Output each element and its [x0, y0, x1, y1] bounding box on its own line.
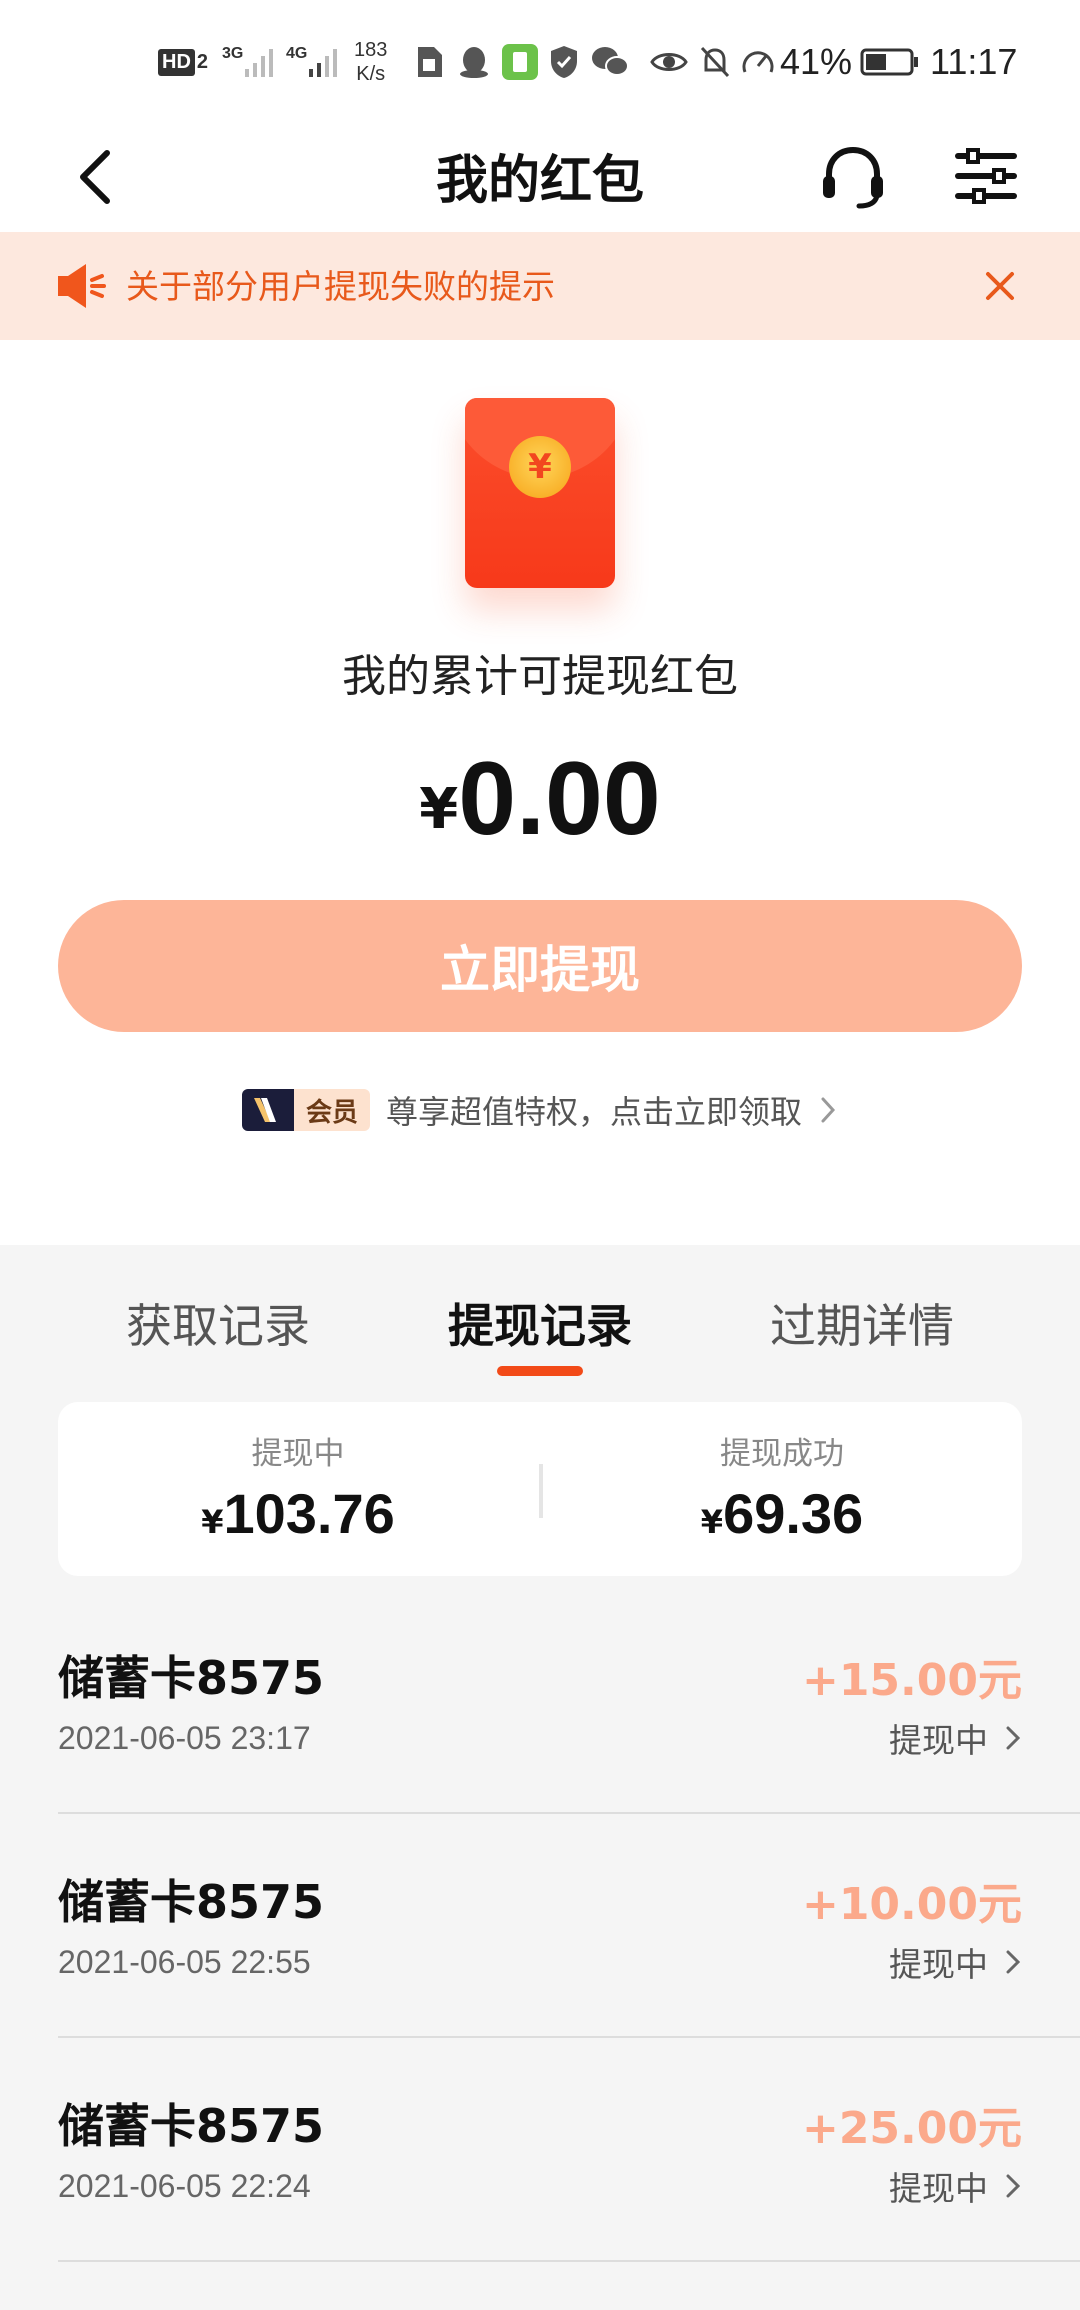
page-title: 我的红包 — [435, 151, 644, 211]
row-divider — [58, 2260, 1080, 2262]
qq-icon — [458, 32, 490, 92]
record-status[interactable]: 提现中 — [889, 2162, 1022, 2210]
record-status-label: 提现中 — [889, 2169, 988, 2208]
chevron-right-icon — [821, 1097, 836, 1123]
chevron-right-icon — [1006, 2174, 1021, 2198]
record-status[interactable]: 提现中 — [889, 1938, 1022, 1986]
coin-icon: ¥ — [509, 436, 571, 498]
wallet-card: ¥ 我的累计可提现红包 ¥0.00 立即提现 会员 尊享超值特权，点击立即领取 — [0, 340, 1080, 1245]
notice-bar[interactable]: 关于部分用户提现失败的提示 — [0, 232, 1080, 340]
tab-expired-details[interactable]: 过期详情 — [732, 1290, 992, 1356]
tab-withdraw-records[interactable]: 提现记录 — [410, 1290, 670, 1356]
customer-service-button[interactable] — [815, 138, 891, 214]
record-account: 储蓄卡8575 — [58, 1875, 325, 1929]
success-summary: 提现成功 ¥69.36 — [542, 1428, 1022, 1546]
withdraw-record-list: 储蓄卡8575 2021-06-05 23:17 +15.00元 提现中 储蓄卡… — [0, 1590, 1080, 2262]
record-amount: +10.00元 — [801, 1879, 1022, 1930]
page: HD 2 3G 4G 183 K/s 41% 11:17 我的红包 关于部分用户… — [0, 0, 1080, 2310]
red-envelope-icon: ¥ — [465, 398, 615, 588]
hd-icon: HD 2 — [158, 32, 208, 92]
record-tabs: 获取记录 提现记录 过期详情 — [0, 1290, 1080, 1380]
net-speed: 183 K/s — [354, 39, 388, 85]
pending-currency: ¥ — [201, 1503, 224, 1541]
record-amount: +25.00元 — [801, 2103, 1022, 2154]
list-item[interactable]: 储蓄卡8575 2021-06-05 23:17 +15.00元 提现中 — [0, 1590, 1080, 1814]
battery-icon — [860, 32, 920, 92]
pending-summary: 提现中 ¥103.76 — [58, 1428, 538, 1546]
record-status[interactable]: 提现中 — [889, 1714, 1022, 1762]
balance-amount: ¥0.00 — [0, 740, 1080, 859]
cumulative-label: 我的累计可提现红包 — [342, 651, 738, 702]
list-item[interactable]: 储蓄卡8575 2021-06-05 22:24 +25.00元 提现中 — [0, 2038, 1080, 2262]
success-value: 69.36 — [723, 1482, 864, 1545]
close-icon — [986, 272, 1014, 300]
notice-close-button[interactable] — [978, 264, 1022, 308]
signal-4g-icon: 4G — [286, 32, 341, 92]
vip-logo-icon — [241, 1089, 294, 1131]
record-time: 2021-06-05 22:24 — [58, 2168, 311, 2204]
vip-badge: 会员 — [241, 1089, 370, 1131]
pending-label: 提现中 — [251, 1436, 345, 1472]
status-bar: HD 2 3G 4G 183 K/s 41% 11:17 — [0, 0, 1080, 120]
chevron-right-icon — [1006, 1726, 1021, 1750]
record-amount: +15.00元 — [801, 1655, 1022, 1706]
record-status-label: 提现中 — [889, 1945, 988, 1984]
record-time: 2021-06-05 23:17 — [58, 1720, 311, 1756]
balance-currency: ¥ — [419, 777, 459, 842]
shield-icon — [548, 32, 580, 92]
record-time: 2021-06-05 22:55 — [58, 1944, 311, 1980]
record-status-label: 提现中 — [889, 1721, 988, 1760]
battery-percent: 41% — [780, 41, 853, 82]
pending-value: 103.76 — [223, 1482, 395, 1545]
record-account: 储蓄卡8575 — [58, 2099, 325, 2153]
chevron-right-icon — [1006, 1950, 1021, 1974]
eye-icon — [650, 32, 688, 92]
withdraw-summary-card: 提现中 ¥103.76 提现成功 ¥69.36 — [58, 1402, 1022, 1576]
signal-3g-icon: 3G — [222, 32, 277, 92]
active-tab-indicator — [497, 1366, 583, 1376]
vip-promo-text[interactable]: 尊享超值特权，点击立即领取 — [386, 1087, 802, 1133]
filter-settings-icon — [955, 148, 1017, 204]
vip-promo-link[interactable]: 会员 尊享超值特权，点击立即领取 — [0, 1088, 1080, 1132]
balance-value: 0.00 — [458, 741, 661, 857]
tab-earn-records[interactable]: 获取记录 — [88, 1290, 348, 1356]
app-green-icon — [502, 32, 538, 92]
success-currency: ¥ — [700, 1503, 724, 1541]
mute-icon — [698, 32, 732, 92]
success-label: 提现成功 — [720, 1436, 844, 1472]
list-item[interactable]: 储蓄卡8575 2021-06-05 22:55 +10.00元 提现中 — [0, 1814, 1080, 2038]
speaker-icon — [56, 258, 106, 314]
vip-badge-label: 会员 — [293, 1089, 370, 1131]
clock: 11:17 — [930, 41, 1018, 82]
sim-icon — [414, 32, 444, 92]
headset-icon — [823, 146, 883, 209]
header: 我的红包 — [0, 120, 1080, 232]
filter-button[interactable] — [948, 138, 1024, 214]
withdraw-now-button[interactable]: 立即提现 — [58, 900, 1022, 1032]
record-account: 储蓄卡8575 — [58, 1651, 325, 1705]
wechat-icon — [590, 32, 630, 92]
notice-text[interactable]: 关于部分用户提现失败的提示 — [126, 260, 555, 308]
speed-gauge-icon — [740, 32, 776, 92]
